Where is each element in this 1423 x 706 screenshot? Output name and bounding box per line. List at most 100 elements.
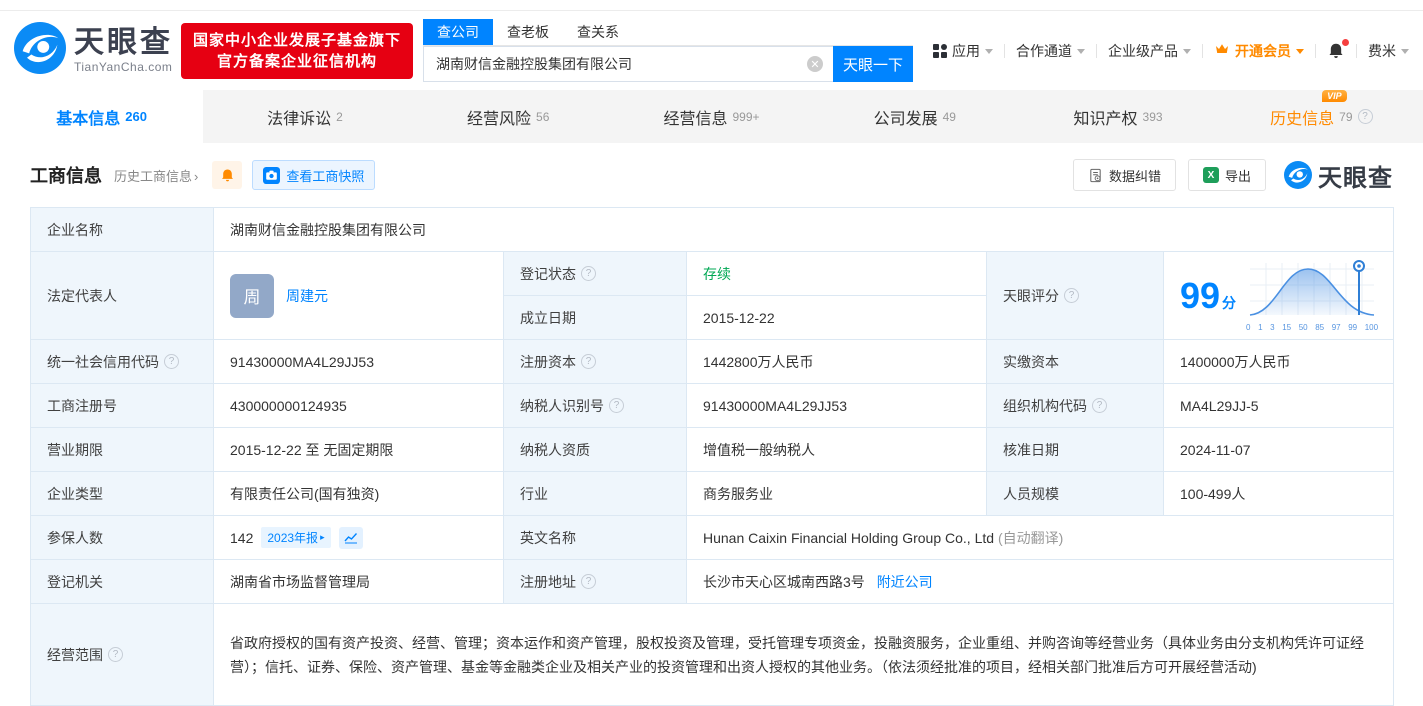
- help-icon[interactable]: ?: [1357, 109, 1373, 124]
- reg-capital-value: 1442800万人民币: [686, 339, 987, 384]
- field-label: 核准日期: [986, 427, 1164, 472]
- tab-company-development[interactable]: 公司发展 49: [813, 90, 1016, 143]
- reg-address-value: 长沙市天心区城南西路3号: [703, 573, 865, 590]
- table-row: 登记机关 湖南省市场监督管理局 注册地址? 长沙市天心区城南西路3号 附近公司: [30, 559, 1395, 604]
- field-label: 法定代表人: [30, 251, 214, 340]
- apps-grid-icon: [933, 43, 947, 58]
- tab-history-info[interactable]: VIP 历史信息 79 ?: [1220, 89, 1423, 143]
- nav-cooperation[interactable]: 合作通道: [1016, 41, 1085, 61]
- chevron-down-icon: [1401, 49, 1409, 54]
- help-icon[interactable]: ?: [581, 266, 596, 281]
- help-icon[interactable]: ?: [609, 398, 624, 413]
- help-icon[interactable]: ?: [164, 354, 179, 369]
- search-tab-relation[interactable]: 查关系: [563, 19, 633, 45]
- help-icon[interactable]: ?: [1092, 398, 1107, 413]
- nav-user-menu[interactable]: 费米: [1368, 41, 1409, 61]
- search-tabs: 查公司 查老板 查关系: [423, 19, 914, 46]
- business-term-value: 2015-12-22 至 无固定期限: [213, 427, 504, 472]
- help-icon[interactable]: ?: [1064, 288, 1079, 303]
- header: 天眼查 TianYanCha.com 国家中小企业发展子基金旗下 官方备案企业征…: [0, 11, 1423, 90]
- reg-number-value: 430000000124935: [213, 383, 504, 428]
- company-name-value: 湖南财信金融控股集团有限公司: [212, 207, 1395, 252]
- tab-intellectual-property[interactable]: 知识产权 393: [1016, 90, 1219, 143]
- staff-size-value: 100-499人: [1162, 471, 1395, 516]
- auto-translate-note: (自动翻译): [997, 529, 1064, 546]
- approval-date-value: 2024-11-07: [1162, 427, 1395, 472]
- section-header: 工商信息 历史工商信息 › 查看工商快照 数据纠错 X 导出 天眼查: [0, 143, 1423, 207]
- table-row: 企业类型 有限责任公司(国有独资) 行业 商务服务业 人员规模 100-499人: [30, 471, 1395, 516]
- field-label: 参保人数: [30, 515, 214, 560]
- tab-business-risk[interactable]: 经营风险 56: [407, 90, 610, 143]
- nav-vip-membership[interactable]: 开通会员: [1214, 41, 1304, 61]
- search-tab-boss[interactable]: 查老板: [493, 19, 563, 45]
- camera-icon: [263, 166, 281, 184]
- field-label: 统一社会信用代码?: [30, 339, 214, 384]
- insured-count-value: 142: [230, 529, 254, 546]
- chevron-down-icon: [1077, 49, 1085, 54]
- taxpayer-id-value: 91430000MA4L29JJ53: [686, 383, 987, 428]
- help-icon[interactable]: ?: [581, 574, 596, 589]
- english-name-value: Hunan Caixin Financial Holding Group Co.…: [703, 529, 995, 546]
- certification-badge: 国家中小企业发展子基金旗下 官方备案企业征信机构: [181, 22, 414, 79]
- data-correction-button[interactable]: 数据纠错: [1072, 159, 1176, 191]
- field-label: 企业类型: [30, 471, 214, 516]
- monitor-bell-button[interactable]: [212, 161, 243, 189]
- export-button[interactable]: X 导出: [1187, 159, 1266, 191]
- table-row: 经营范围? 省政府授权的国有资产投资、经营、管理；资本运作和资产管理，股权投资及…: [30, 603, 1395, 706]
- annual-report-chip[interactable]: 2023年报 ▸: [261, 527, 331, 548]
- reg-status-value: 存续: [686, 251, 987, 296]
- field-label: 企业名称: [30, 207, 214, 252]
- search-area: 查公司 查老板 查关系 ✕ 天眼一下: [423, 19, 914, 82]
- reg-authority-value: 湖南省市场监督管理局: [213, 559, 504, 604]
- industry-value: 商务服务业: [686, 471, 987, 516]
- tianyancha-logo[interactable]: 天眼查 TianYanCha.com: [14, 22, 173, 79]
- brand-domain: TianYanCha.com: [74, 59, 173, 74]
- nearby-companies-link[interactable]: 附近公司: [877, 574, 933, 590]
- paid-capital-value: 1400000万人民币: [1162, 339, 1395, 384]
- business-snapshot-button[interactable]: 查看工商快照: [252, 160, 376, 190]
- field-label: 成立日期: [503, 295, 687, 340]
- clear-icon[interactable]: ✕: [807, 56, 824, 72]
- field-label: 登记机关: [30, 559, 214, 604]
- tab-legal-lawsuits[interactable]: 法律诉讼 2: [203, 90, 406, 143]
- notification-bell[interactable]: [1327, 38, 1349, 60]
- field-label: 工商注册号: [30, 383, 214, 428]
- nav-enterprise-products[interactable]: 企业级产品: [1108, 41, 1191, 61]
- table-row: 企业名称 湖南财信金融控股集团有限公司: [30, 207, 1395, 252]
- tianyan-score[interactable]: 99 分 0 1 3 15 50 85 97 99 100: [1180, 259, 1378, 332]
- table-row: 营业期限 2015-12-22 至 无固定期限 纳税人资质 增值税一般纳税人 核…: [30, 427, 1395, 472]
- tab-basic-info[interactable]: 基本信息 260: [0, 90, 204, 143]
- taxpayer-quality-value: 增值税一般纳税人: [686, 427, 987, 472]
- org-code-value: MA4L29JJ-5: [1162, 383, 1395, 428]
- field-label: 注册资本?: [503, 339, 687, 384]
- help-icon[interactable]: ?: [108, 647, 123, 662]
- tianyancha-watermark-icon: [1284, 161, 1312, 189]
- history-business-info-link[interactable]: 历史工商信息 ›: [114, 166, 198, 185]
- field-label: 经营范围?: [30, 603, 214, 706]
- company-type-value: 有限责任公司(国有独资): [213, 471, 504, 516]
- company-tabbar: 基本信息 260 法律诉讼 2 经营风险 56 经营信息 999+ 公司发展 49 知识产…: [0, 89, 1423, 143]
- tab-business-info[interactable]: 经营信息 999+: [610, 90, 813, 143]
- trend-chart-button[interactable]: [338, 526, 363, 549]
- field-label: 登记状态?: [503, 251, 687, 296]
- help-icon[interactable]: ?: [581, 354, 596, 369]
- line-chart-icon: [344, 532, 357, 543]
- table-row: 参保人数 142 2023年报 ▸ 英文名称 Hunan Caixin Finan…: [30, 515, 1395, 560]
- field-label: 天眼评分?: [986, 251, 1164, 340]
- table-row: 工商注册号 430000000124935 纳税人识别号? 91430000MA…: [30, 383, 1395, 428]
- field-label: 组织机构代码?: [986, 383, 1164, 428]
- score-distribution-chart: 01 3 15 50 85 97 99 100: [1246, 259, 1378, 332]
- credit-code-value: 91430000MA4L29JJ53: [213, 339, 504, 384]
- search-button[interactable]: 天眼一下: [833, 46, 914, 82]
- document-gear-icon: [1090, 168, 1101, 182]
- brand-name: 天眼查: [74, 25, 173, 59]
- table-row: 统一社会信用代码? 91430000MA4L29JJ53 注册资本? 14428…: [30, 339, 1395, 384]
- legal-rep-link[interactable]: 周建元: [286, 286, 328, 306]
- search-tab-company[interactable]: 查公司: [423, 19, 494, 45]
- field-label: 行业: [503, 471, 687, 516]
- search-input[interactable]: [423, 46, 834, 82]
- status-badge: 存续: [703, 265, 731, 282]
- legal-rep-avatar[interactable]: 周: [230, 273, 274, 318]
- bell-icon: [221, 169, 233, 181]
- nav-apps[interactable]: 应用: [933, 41, 993, 61]
